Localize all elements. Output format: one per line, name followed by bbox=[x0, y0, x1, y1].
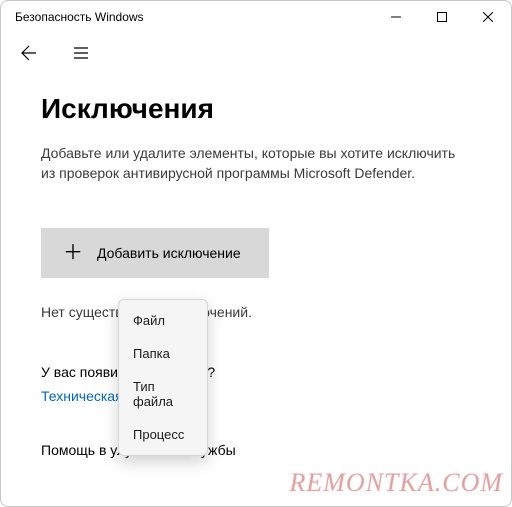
menu-item-filetype[interactable]: Тип файла bbox=[119, 370, 207, 418]
window-title: Безопасность Windows bbox=[15, 10, 144, 24]
back-button[interactable] bbox=[11, 35, 47, 71]
minimize-icon bbox=[391, 12, 401, 22]
add-exclusion-button[interactable]: ＋ Добавить исключение bbox=[41, 228, 269, 278]
titlebar: Безопасность Windows bbox=[1, 1, 511, 33]
add-exclusion-label: Добавить исключение bbox=[97, 245, 241, 261]
page-description: Добавьте или удалите элементы, которые в… bbox=[41, 143, 471, 184]
hamburger-button[interactable] bbox=[63, 35, 99, 71]
window-frame: Безопасность Windows bbox=[0, 0, 512, 507]
watermark: REMONTKA.COM bbox=[290, 468, 504, 498]
page-heading: Исключения bbox=[41, 93, 471, 125]
feedback-section: Помощь в улучшении службы bbox=[41, 442, 471, 458]
exclusion-type-menu: Файл Папка Тип файла Процесс bbox=[118, 299, 208, 456]
nav-row bbox=[1, 33, 511, 73]
menu-item-file[interactable]: Файл bbox=[119, 304, 207, 337]
minimize-button[interactable] bbox=[373, 1, 419, 33]
support-section: У вас появились вопросы? Техническая под… bbox=[41, 364, 471, 406]
content-area: Исключения Добавьте или удалите элементы… bbox=[1, 73, 511, 458]
hamburger-icon bbox=[73, 45, 89, 61]
back-arrow-icon bbox=[21, 45, 37, 61]
maximize-button[interactable] bbox=[419, 1, 465, 33]
exclusions-status: Нет существующих исключений. bbox=[41, 304, 471, 320]
menu-item-process[interactable]: Процесс bbox=[119, 418, 207, 451]
plus-icon: ＋ bbox=[63, 243, 83, 263]
support-question: У вас появились вопросы? bbox=[41, 364, 471, 380]
close-button[interactable] bbox=[465, 1, 511, 33]
window-controls bbox=[373, 1, 511, 33]
close-icon bbox=[483, 12, 493, 22]
feedback-title: Помощь в улучшении службы bbox=[41, 442, 471, 458]
menu-item-folder[interactable]: Папка bbox=[119, 337, 207, 370]
maximize-icon bbox=[437, 12, 447, 22]
